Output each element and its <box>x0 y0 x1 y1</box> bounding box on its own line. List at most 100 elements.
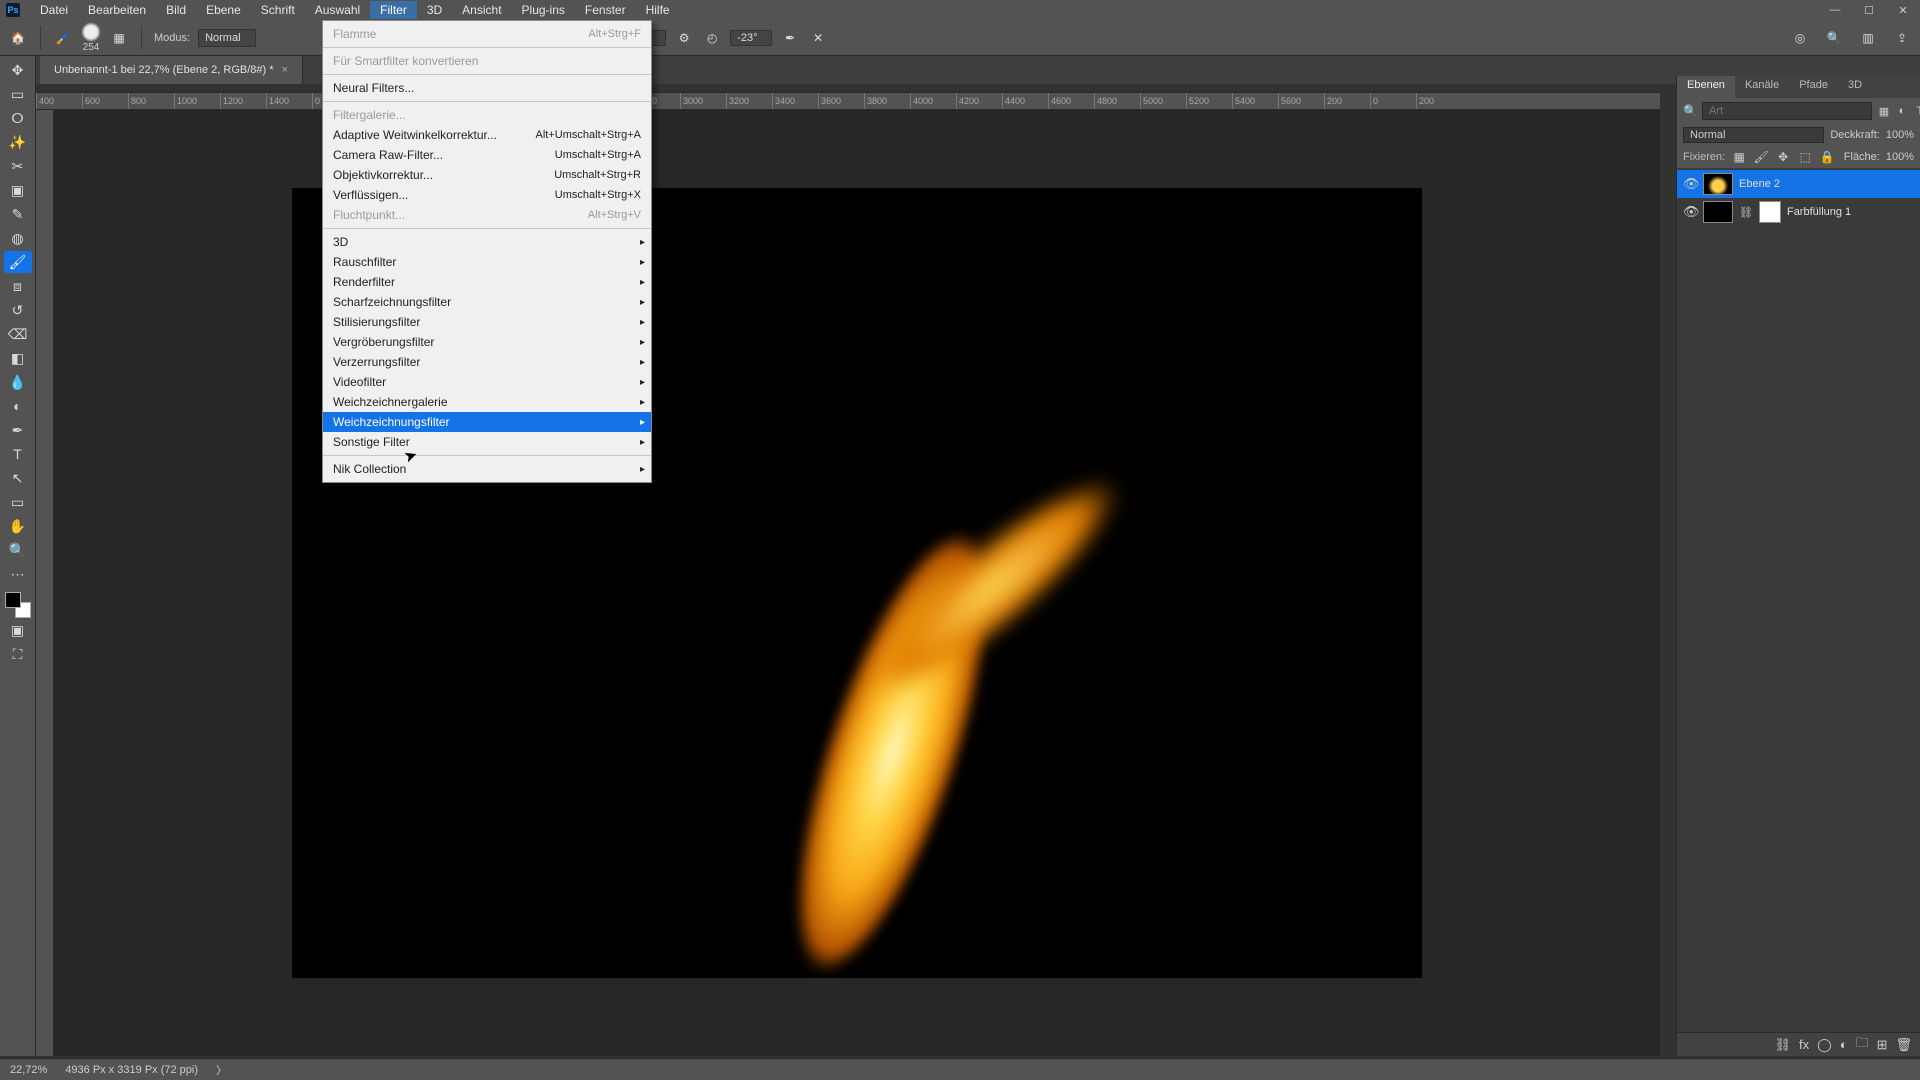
layer-blend-mode-select[interactable]: Normal <box>1683 127 1824 143</box>
link-icon[interactable]: ⛓ <box>1739 206 1753 219</box>
layer-thumbnail[interactable] <box>1703 173 1733 195</box>
menu-item-nik[interactable]: Nik Collection ▸ <box>323 459 651 479</box>
zoom-tool[interactable]: 🔍 <box>4 539 32 561</box>
lock-nested-icon[interactable]: ⬚ <box>1797 149 1813 165</box>
gradient-tool[interactable]: ◧ <box>4 347 32 369</box>
menu-datei[interactable]: Datei <box>30 1 78 19</box>
lock-all-icon[interactable]: 🔒 <box>1819 149 1835 165</box>
menu-item-smartfilter[interactable]: Für Smartfilter konvertieren <box>323 51 651 71</box>
menu-item-stilisierung[interactable]: Stilisierungsfilter ▸ <box>323 312 651 332</box>
blend-mode-select[interactable]: Normal <box>198 29 255 47</box>
filter-pixel-icon[interactable]: ▦ <box>1876 103 1892 119</box>
fg-bg-color[interactable] <box>5 592 31 618</box>
menu-item-scharfzeichnung[interactable]: Scharfzeichnungsfilter ▸ <box>323 292 651 312</box>
screen-mode-toggle[interactable]: ⛶ <box>4 643 32 665</box>
layer-name[interactable]: Ebene 2 <box>1739 178 1780 190</box>
shape-tool[interactable]: ▭ <box>4 491 32 513</box>
lock-transparent-icon[interactable]: ▦ <box>1731 149 1747 165</box>
eyedropper-tool[interactable]: ✎ <box>4 203 32 225</box>
target-icon[interactable]: ◎ <box>1790 28 1810 48</box>
minimize-button[interactable]: — <box>1818 0 1852 20</box>
menu-3d[interactable]: 3D <box>417 1 452 19</box>
menu-item-rauschfilter[interactable]: Rauschfilter ▸ <box>323 252 651 272</box>
fill-value[interactable]: 100% <box>1886 151 1914 163</box>
add-mask-icon[interactable]: ◯ <box>1817 1037 1832 1053</box>
tab-ebenen[interactable]: Ebenen <box>1677 76 1735 98</box>
edit-toolbar[interactable]: ⋯ <box>4 563 32 585</box>
new-adjustment-icon[interactable]: ◐ <box>1840 1037 1848 1052</box>
new-group-icon[interactable]: 🗀 <box>1856 1034 1869 1056</box>
frame-tool[interactable]: ▣ <box>4 179 32 201</box>
magic-wand-tool[interactable]: ✨ <box>4 131 32 153</box>
menu-item-objektiv[interactable]: Objektivkorrektur... Umschalt+Strg+R <box>323 165 651 185</box>
menu-bearbeiten[interactable]: Bearbeiten <box>78 1 156 19</box>
menu-item-verfluessigen[interactable]: Verflüssigen... Umschalt+Strg+X <box>323 185 651 205</box>
dodge-tool[interactable]: ◐ <box>4 395 32 417</box>
delete-layer-icon[interactable]: 🗑 <box>1895 1037 1912 1053</box>
menu-filter[interactable]: Filter <box>370 1 417 19</box>
brush-tool-preset-icon[interactable]: 🖌️ <box>53 28 73 48</box>
type-tool[interactable]: T <box>4 443 32 465</box>
menu-auswahl[interactable]: Auswahl <box>305 1 370 19</box>
menu-item-videofilter[interactable]: Videofilter ▸ <box>323 372 651 392</box>
angle-value[interactable]: -23° <box>730 30 772 46</box>
layer-row[interactable]: 👁 Ebene 2 <box>1677 170 1920 198</box>
menu-bild[interactable]: Bild <box>156 1 196 19</box>
smoothing-options-icon[interactable]: ⚙ <box>674 28 694 48</box>
layer-filter-input[interactable] <box>1702 102 1872 120</box>
symmetry-icon[interactable]: ✕ <box>808 28 828 48</box>
menu-item-vegroeberung[interactable]: Vergröberungsfilter ▸ <box>323 332 651 352</box>
angle-icon[interactable]: ◴ <box>702 28 722 48</box>
layer-mask-thumbnail[interactable] <box>1759 201 1781 223</box>
healing-brush-tool[interactable]: ◍ <box>4 227 32 249</box>
search-icon[interactable]: 🔍 <box>1824 28 1844 48</box>
menu-item-renderfilter[interactable]: Renderfilter ▸ <box>323 272 651 292</box>
zoom-readout[interactable]: 22,72% <box>10 1064 47 1076</box>
menu-fenster[interactable]: Fenster <box>575 1 636 19</box>
brush-tool[interactable]: 🖌 <box>4 251 32 273</box>
menu-ansicht[interactable]: Ansicht <box>452 1 511 19</box>
quick-mask-toggle[interactable]: ▣ <box>4 619 32 641</box>
brush-preset-picker[interactable]: 254 <box>81 22 101 53</box>
stamp-tool[interactable]: ⧈ <box>4 275 32 297</box>
menu-item-sonstige[interactable]: Sonstige Filter ▸ <box>323 432 651 452</box>
foreground-swatch[interactable] <box>5 592 21 608</box>
status-chevron-icon[interactable]: 〉 <box>216 1062 227 1078</box>
maximize-button[interactable]: ☐ <box>1852 0 1886 20</box>
layer-name[interactable]: Farbfüllung 1 <box>1787 206 1851 218</box>
lasso-tool[interactable]: ⵔ <box>4 107 32 129</box>
menu-item-filtergalerie[interactable]: Filtergalerie... <box>323 105 651 125</box>
layer-row[interactable]: 👁 ⛓ Farbfüllung 1 <box>1677 198 1920 226</box>
menu-hilfe[interactable]: Hilfe <box>636 1 680 19</box>
menu-schrift[interactable]: Schrift <box>251 1 305 19</box>
visibility-icon[interactable]: 👁 <box>1683 176 1697 192</box>
canvas-viewport[interactable] <box>54 110 1660 1056</box>
tab-pfade[interactable]: Pfade <box>1789 76 1838 98</box>
pen-tool[interactable]: ✒ <box>4 419 32 441</box>
menu-item-3d[interactable]: 3D ▸ <box>323 232 651 252</box>
eraser-tool[interactable]: ⌫ <box>4 323 32 345</box>
brush-settings-icon[interactable]: ▦ <box>109 28 129 48</box>
move-tool[interactable]: ✥ <box>4 59 32 81</box>
lock-position-icon[interactable]: ✥ <box>1775 149 1791 165</box>
tab-3d[interactable]: 3D <box>1838 76 1872 98</box>
document-tab[interactable]: Unbenannt-1 bei 22,7% (Ebene 2, RGB/8#) … <box>40 56 303 84</box>
visibility-icon[interactable]: 👁 <box>1683 204 1697 220</box>
new-layer-icon[interactable]: ⊞ <box>1877 1037 1888 1053</box>
marquee-tool[interactable]: ▭ <box>4 83 32 105</box>
link-layers-icon[interactable]: ⛓ <box>1775 1037 1792 1053</box>
menu-item-verzerrung[interactable]: Verzerrungsfilter ▸ <box>323 352 651 372</box>
menu-item-fluchtpunkt[interactable]: Fluchtpunkt... Alt+Strg+V <box>323 205 651 225</box>
menu-plugins[interactable]: Plug-ins <box>512 1 575 19</box>
pressure-opacity-icon[interactable]: ✒ <box>780 28 800 48</box>
menu-item-weichzeichnungsfilter[interactable]: Weichzeichnungsfilter ▸ <box>323 412 651 432</box>
crop-tool[interactable]: ✂ <box>4 155 32 177</box>
layer-fx-icon[interactable]: fx <box>1799 1037 1809 1052</box>
history-brush-tool[interactable]: ↺ <box>4 299 32 321</box>
close-window-button[interactable]: ✕ <box>1886 0 1920 20</box>
doc-dimensions[interactable]: 4936 Px x 3319 Px (72 ppi) <box>65 1064 198 1076</box>
workspace-icon[interactable]: ▥ <box>1858 28 1878 48</box>
menu-ebene[interactable]: Ebene <box>196 1 251 19</box>
lock-paint-icon[interactable]: 🖌 <box>1753 149 1769 165</box>
menu-item-neural[interactable]: Neural Filters... <box>323 78 651 98</box>
